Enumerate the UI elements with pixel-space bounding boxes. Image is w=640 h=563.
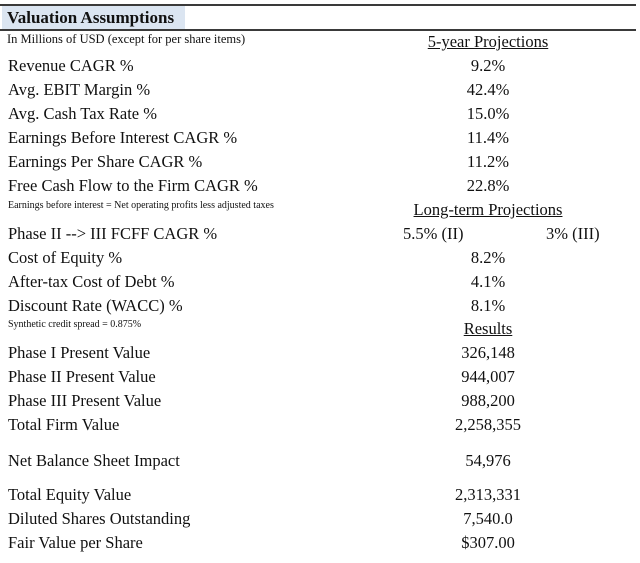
row-value-phase2-cagr: 5.5% (II) [403,224,464,243]
row-value-phase3-cagr: 3% (III) [546,224,600,243]
row-value-wacc: 8.1% [470,296,506,315]
row-value-cost-of-equity: 8.2% [470,248,506,267]
row-label-diluted-shares: Diluted Shares Outstanding [8,509,191,528]
row-label-phase1-pv: Phase I Present Value [8,343,151,362]
row-label-cash-tax-rate: Avg. Cash Tax Rate % [8,104,157,123]
row-value-eps-cagr: 11.2% [466,152,509,171]
row-value-revenue-cagr: 9.2% [470,56,506,75]
long-term-header: Long-term Projections [413,200,563,219]
row-label-wacc: Discount Rate (WACC) % [8,296,183,315]
credit-spread-note: Synthetic credit spread = 0.875% [8,319,142,330]
row-label-phase-cagr: Phase II --> III FCFF CAGR % [8,224,218,243]
row-label-revenue-cagr: Revenue CAGR % [8,56,134,75]
row-value-ebit-margin: 42.4% [466,80,510,99]
row-label-eps-cagr: Earnings Per Share CAGR % [8,152,203,171]
row-label-total-equity-value: Total Equity Value [8,485,132,504]
row-value-net-balance-sheet: 54,976 [465,451,511,470]
five-year-header: 5-year Projections [427,32,549,51]
row-value-ebi-cagr: 11.4% [466,128,509,147]
row-label-fcff-cagr: Free Cash Flow to the Firm CAGR % [8,176,258,195]
row-value-cost-of-debt: 4.1% [470,272,506,291]
row-value-phase3-pv: 988,200 [461,391,515,410]
row-value-total-equity-value: 2,313,331 [455,485,521,504]
table-title: Valuation Assumptions [7,8,175,27]
row-value-total-firm-value: 2,258,355 [455,415,521,434]
row-label-net-balance-sheet: Net Balance Sheet Impact [8,451,180,470]
row-label-cost-of-equity: Cost of Equity % [8,248,123,267]
row-label-ebit-margin: Avg. EBIT Margin % [8,80,151,99]
row-value-phase2-pv: 944,007 [461,367,515,386]
row-label-phase2-pv: Phase II Present Value [8,367,156,386]
results-header: Results [463,319,513,338]
units-note: In Millions of USD (except for per share… [7,32,246,46]
ebi-definition-note: Earnings before interest = Net operating… [8,200,274,211]
row-label-cost-of-debt: After-tax Cost of Debt % [8,272,175,291]
row-value-fair-value-per-share: $307.00 [461,533,515,552]
row-label-ebi-cagr: Earnings Before Interest CAGR % [8,128,238,147]
row-value-cash-tax-rate: 15.0% [466,104,510,123]
row-label-fair-value-per-share: Fair Value per Share [8,533,143,552]
row-label-phase3-pv: Phase III Present Value [8,391,162,410]
row-value-phase1-pv: 326,148 [461,343,515,362]
row-label-total-firm-value: Total Firm Value [8,415,120,434]
row-value-diluted-shares: 7,540.0 [463,509,513,528]
row-value-fcff-cagr: 22.8% [466,176,510,195]
